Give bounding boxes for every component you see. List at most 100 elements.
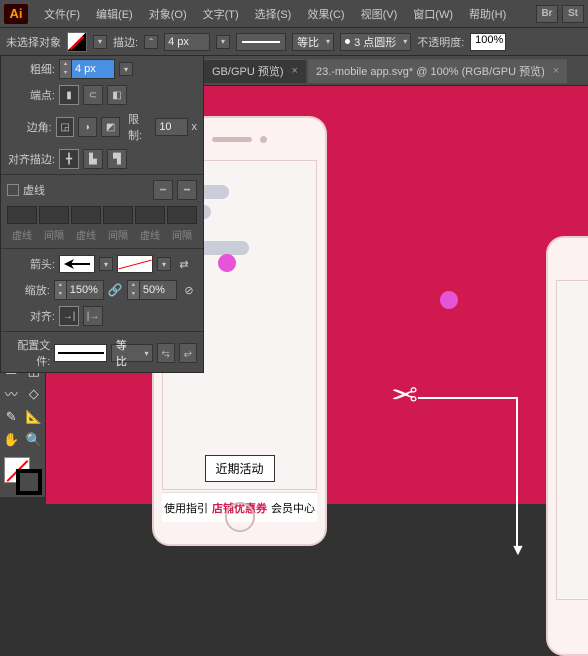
bridge-icon[interactable]: Br	[536, 5, 558, 23]
nav-guide[interactable]: 使用指引	[164, 500, 208, 516]
stroke-panel: 粗细: ▴▾4 px ▾ 端点: ▮ ⊂ ◧ 边角: ◲ ◗ ◩ 限制: 10 …	[0, 56, 204, 373]
link-icon[interactable]: 🔗	[108, 283, 123, 297]
swap-arrows-icon[interactable]: ⇄	[175, 255, 193, 273]
fill-dropdown[interactable]: ▾	[93, 35, 107, 49]
tab-1[interactable]: GB/GPU 预览)×	[204, 59, 306, 83]
arrow-align-tip-icon[interactable]: |→	[83, 306, 103, 326]
cut-path	[418, 397, 518, 547]
cap-projecting-icon[interactable]: ◧	[107, 85, 127, 105]
tab-2[interactable]: 23.-mobile app.svg* @ 100% (RGB/GPU 预览)×	[308, 59, 567, 83]
measure-tool-icon[interactable]: 📐	[23, 405, 46, 428]
phone-screen	[556, 280, 588, 600]
arrow-down-icon: ▼	[510, 542, 526, 560]
profile-label: 配置文件:	[7, 337, 50, 369]
menu-view[interactable]: 视图(V)	[353, 6, 406, 22]
cap-butt-icon[interactable]: ▮	[59, 85, 79, 105]
stroke-link-icon[interactable]: ⌃	[144, 35, 158, 49]
corner-miter-icon[interactable]: ◲	[56, 117, 75, 137]
align2-label: 对齐:	[7, 308, 55, 324]
dash-inputs	[1, 203, 203, 227]
align-inside-icon[interactable]: ▙	[83, 149, 103, 169]
close-icon[interactable]: ×	[553, 65, 559, 77]
stock-icon[interactable]: St	[562, 5, 584, 23]
menu-edit[interactable]: 编辑(E)	[88, 6, 141, 22]
brush-select[interactable]: 3 点圆形	[340, 33, 411, 51]
weight-dropdown[interactable]: ▾	[119, 62, 133, 76]
arrow-label: 箭头:	[7, 256, 55, 272]
weight-label: 粗细:	[7, 61, 55, 77]
menu-bar: Ai 文件(F) 编辑(E) 对象(O) 文字(T) 选择(S) 效果(C) 视…	[0, 0, 588, 28]
scale-end-input[interactable]: ▴▾50%	[127, 280, 177, 300]
dash-label: 虚线	[135, 227, 165, 242]
profile-select[interactable]: 等比	[111, 344, 153, 362]
stroke-label: 描边:	[113, 34, 138, 50]
hand-tool-icon[interactable]: ✋	[0, 428, 23, 451]
flip-along-icon[interactable]: ⥂	[179, 343, 197, 363]
dash-input[interactable]	[71, 206, 101, 224]
stroke-weight-dropdown[interactable]: ▾	[216, 35, 230, 49]
anchor-point[interactable]	[440, 291, 458, 309]
eyedropper-tool-icon[interactable]: ✎	[0, 405, 23, 428]
close-icon[interactable]: ×	[292, 65, 298, 77]
arrow-start-dropdown[interactable]: ▾	[99, 257, 113, 271]
menu-object[interactable]: 对象(O)	[141, 6, 195, 22]
weight-input[interactable]: ▴▾4 px	[59, 59, 115, 79]
menu-window[interactable]: 窗口(W)	[405, 6, 461, 22]
scale-label: 缩放:	[7, 282, 50, 298]
dash-label: 虚线	[7, 227, 37, 242]
stroke-weight-input[interactable]: 4 px	[164, 33, 210, 51]
gap-input[interactable]	[103, 206, 133, 224]
phone-camera	[260, 136, 267, 143]
align-stroke-label: 对齐描边:	[7, 151, 55, 167]
phone-mockup-right	[546, 236, 588, 656]
opacity-input[interactable]: 100%	[470, 33, 506, 51]
gap-label: 间隔	[103, 227, 133, 242]
arrow-align-extend-icon[interactable]: →|	[59, 306, 79, 326]
arrow-end-dropdown[interactable]: ▾	[157, 257, 171, 271]
dash-preserve-icon[interactable]: ┅	[153, 180, 173, 200]
arrow-end-select[interactable]	[117, 255, 153, 273]
opacity-label: 不透明度:	[417, 34, 464, 50]
anchor-point[interactable]	[218, 254, 236, 272]
dash-input[interactable]	[7, 206, 37, 224]
align-center-icon[interactable]: ╋	[59, 149, 79, 169]
menu-type[interactable]: 文字(T)	[195, 6, 247, 22]
no-selection-label: 未选择对象	[6, 34, 61, 50]
dash-align-icon[interactable]: ╍	[177, 180, 197, 200]
gap-input[interactable]	[39, 206, 69, 224]
corner-bevel-icon[interactable]: ◩	[101, 117, 120, 137]
stroke-profile-preview[interactable]	[236, 33, 286, 51]
promo-button[interactable]: 近期活动	[204, 455, 274, 482]
limit-input[interactable]: 10	[155, 118, 187, 136]
align-outside-icon[interactable]: ▜	[107, 149, 127, 169]
limit-x: x	[192, 121, 198, 133]
fill-swatch[interactable]	[67, 32, 87, 52]
zoom-tool-icon[interactable]: 🔍	[23, 428, 46, 451]
dash-input[interactable]	[135, 206, 165, 224]
profile-preview[interactable]	[54, 344, 107, 362]
stroke-type-select[interactable]: 等比	[292, 33, 334, 51]
scale-link-icon[interactable]: ⊘	[181, 281, 197, 299]
fill-stroke-swatch[interactable]	[0, 455, 46, 497]
scale-start-input[interactable]: ▴▾150%	[54, 280, 104, 300]
options-bar: 未选择对象 ▾ 描边: ⌃ 4 px ▾ 等比 3 点圆形 不透明度: 100%	[0, 28, 588, 56]
gap-label: 间隔	[39, 227, 69, 242]
curvature-tool-icon[interactable]: 〰	[0, 382, 23, 405]
limit-label: 限制:	[128, 111, 151, 143]
phone-home-button	[225, 502, 255, 532]
flip-across-icon[interactable]: ⥃	[157, 343, 175, 363]
menu-select[interactable]: 选择(S)	[247, 6, 300, 22]
cap-label: 端点:	[7, 87, 55, 103]
menu-effect[interactable]: 效果(C)	[299, 6, 352, 22]
stroke-swatch[interactable]	[16, 469, 42, 495]
arrow-start-select[interactable]	[59, 255, 95, 273]
dashed-checkbox[interactable]	[7, 184, 19, 196]
corner-round-icon[interactable]: ◗	[78, 117, 97, 137]
shaper-tool-icon[interactable]: ◇	[23, 382, 46, 405]
gap-input[interactable]	[167, 206, 197, 224]
menu-help[interactable]: 帮助(H)	[461, 6, 514, 22]
menu-file[interactable]: 文件(F)	[36, 6, 88, 22]
cap-round-icon[interactable]: ⊂	[83, 85, 103, 105]
corner-label: 边角:	[7, 119, 52, 135]
nav-member[interactable]: 会员中心	[271, 500, 315, 516]
